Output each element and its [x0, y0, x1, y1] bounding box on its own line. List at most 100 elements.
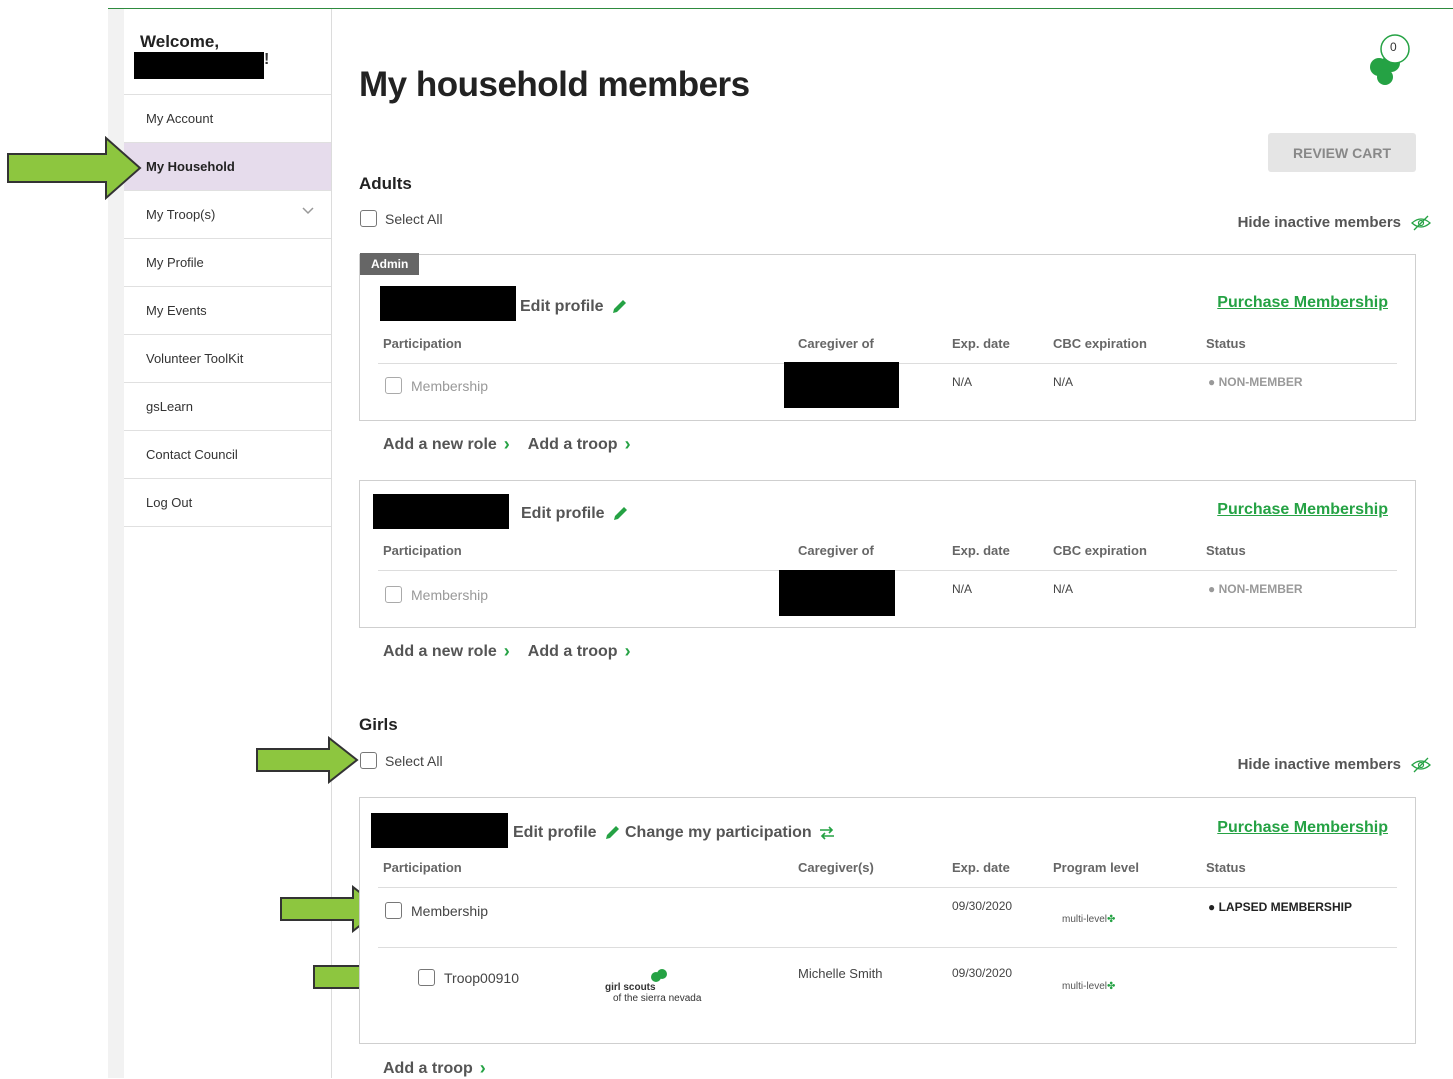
sidebar-item-my-account[interactable]: My Account — [124, 95, 331, 143]
participation-checkbox[interactable] — [385, 586, 402, 603]
redacted-name — [373, 494, 509, 529]
select-all-label: Select All — [385, 210, 443, 227]
welcome-block: Welcome, ! — [124, 9, 331, 95]
redacted-name — [380, 286, 516, 321]
chevron-right-icon: › — [624, 434, 631, 454]
sidebar-item-label: Contact Council — [146, 447, 238, 462]
col-header: Program level — [1053, 860, 1139, 875]
chevron-down-icon[interactable] — [301, 206, 315, 216]
table-row[interactable]: Membership — [385, 586, 488, 603]
girl-scouts-logo: girl scouts of the sierra nevada — [605, 969, 702, 1004]
eye-off-icon — [1411, 215, 1431, 230]
add-role-label: Add a new role — [383, 435, 497, 453]
change-participation-label: Change my participation — [625, 824, 812, 841]
sidebar-item-my-troops[interactable]: My Troop(s) — [124, 191, 331, 239]
sidebar-item-volunteer-toolkit[interactable]: Volunteer ToolKit — [124, 335, 331, 383]
add-new-role-link[interactable]: Add a new role › — [383, 434, 510, 455]
sidebar-item-log-out[interactable]: Log Out — [124, 479, 331, 527]
participation-label: Membership — [411, 377, 489, 394]
col-header: Participation — [383, 543, 462, 558]
col-header: Status — [1206, 336, 1246, 351]
add-new-role-link[interactable]: Add a new role › — [383, 641, 510, 662]
sidebar-item-contact-council[interactable]: Contact Council — [124, 431, 331, 479]
girls-hide-inactive[interactable]: Hide inactive members — [1238, 756, 1431, 773]
exp-date: 09/30/2020 — [952, 899, 1013, 913]
table-row[interactable]: Membership — [385, 377, 488, 394]
hide-inactive-label: Hide inactive members — [1237, 214, 1401, 231]
add-troop-link[interactable]: Add a troop › — [528, 434, 631, 455]
redacted-caregiver — [779, 570, 895, 616]
adults-title: Adults — [359, 174, 412, 193]
sidebar-item-gslearn[interactable]: gsLearn — [124, 383, 331, 431]
chevron-right-icon: › — [479, 1058, 486, 1078]
program-level: multi-level✤ — [1062, 981, 1115, 992]
sidebar-item-my-household[interactable]: My Household — [124, 143, 331, 191]
table-row[interactable]: Troop00910 — [418, 969, 519, 986]
select-all-checkbox[interactable] — [360, 210, 377, 227]
status-badge: ● LAPSED MEMBERSHIP — [1208, 900, 1352, 914]
troop-checkbox[interactable] — [418, 969, 435, 986]
trefoil-icon: ✤ — [1107, 981, 1116, 992]
trefoil-icon: ✤ — [1107, 914, 1116, 925]
table-row[interactable]: Membership — [385, 902, 488, 919]
col-header: Exp. date — [952, 336, 1010, 351]
edit-profile-link[interactable]: Edit profile — [521, 505, 628, 523]
program-level: multi-level✤ — [1062, 914, 1115, 925]
add-troop-label: Add a troop — [383, 1059, 473, 1077]
add-troop-link[interactable]: Add a troop › — [383, 1058, 486, 1079]
annotation-arrow-icon — [7, 136, 142, 200]
redacted-caregiver — [784, 362, 899, 408]
sidebar-item-label: Log Out — [146, 495, 193, 510]
add-troop-label: Add a troop — [527, 642, 618, 660]
col-header: Participation — [383, 336, 462, 351]
cart-icon[interactable]: 0 — [1357, 31, 1417, 91]
status-text: NON-MEMBER — [1218, 375, 1303, 389]
adults-hide-inactive[interactable]: Hide inactive members — [1238, 214, 1431, 231]
purchase-membership-link[interactable]: Purchase Membership — [1217, 294, 1388, 312]
pencil-icon — [613, 507, 627, 520]
membership-checkbox[interactable] — [385, 902, 402, 919]
admin-badge: Admin — [360, 253, 420, 275]
cart-count: 0 — [1390, 40, 1397, 54]
participation-checkbox[interactable] — [385, 377, 402, 394]
edit-profile-link[interactable]: Edit profile — [513, 824, 620, 842]
pencil-icon — [605, 826, 619, 839]
edit-profile-label: Edit profile — [521, 505, 605, 522]
sidebar-item-label: Volunteer ToolKit — [146, 351, 244, 366]
col-header: Status — [1206, 860, 1246, 875]
add-troop-label: Add a troop — [527, 435, 618, 453]
edit-profile-label: Edit profile — [520, 298, 604, 315]
exp-date: 09/30/2020 — [952, 966, 1013, 980]
sidebar-item-my-profile[interactable]: My Profile — [124, 239, 331, 287]
girls-select-all[interactable]: Select All — [360, 752, 443, 769]
status-badge: ● NON-MEMBER — [1208, 375, 1303, 389]
select-all-checkbox[interactable] — [360, 752, 377, 769]
welcome-text: Welcome, — [140, 32, 220, 51]
participation-label: Membership — [411, 586, 489, 603]
edit-profile-link[interactable]: Edit profile — [520, 298, 627, 316]
purchase-membership-link[interactable]: Purchase Membership — [1217, 501, 1388, 519]
program-level-label: multi-level — [1062, 981, 1108, 992]
status-badge: ● NON-MEMBER — [1208, 582, 1303, 596]
col-header: Caregiver of — [798, 543, 874, 558]
eye-off-icon — [1411, 757, 1431, 772]
col-header: Status — [1206, 543, 1246, 558]
exp-date: N/A — [952, 582, 973, 596]
logo-line2: of the sierra nevada — [613, 993, 702, 1004]
review-cart-button[interactable]: REVIEW CART — [1268, 133, 1416, 172]
select-all-label: Select All — [385, 752, 443, 769]
sidebar-item-label: gsLearn — [146, 399, 193, 414]
add-troop-link[interactable]: Add a troop › — [528, 641, 631, 662]
trefoil-logo-icon — [651, 969, 667, 982]
divider — [378, 947, 1397, 948]
col-header: Caregiver of — [798, 336, 874, 351]
adults-select-all[interactable]: Select All — [360, 210, 443, 227]
purchase-membership-link[interactable]: Purchase Membership — [1217, 819, 1388, 837]
change-participation-link[interactable]: Change my participation — [625, 824, 835, 842]
card-actions: Add a new role › Add a troop › — [383, 434, 631, 455]
cbc-expiration: N/A — [1053, 375, 1074, 389]
sidebar-item-my-events[interactable]: My Events — [124, 287, 331, 335]
chevron-right-icon: › — [503, 641, 510, 661]
redacted-name — [371, 813, 508, 848]
member-card: Edit profile Purchase Membership Partici… — [359, 480, 1416, 628]
